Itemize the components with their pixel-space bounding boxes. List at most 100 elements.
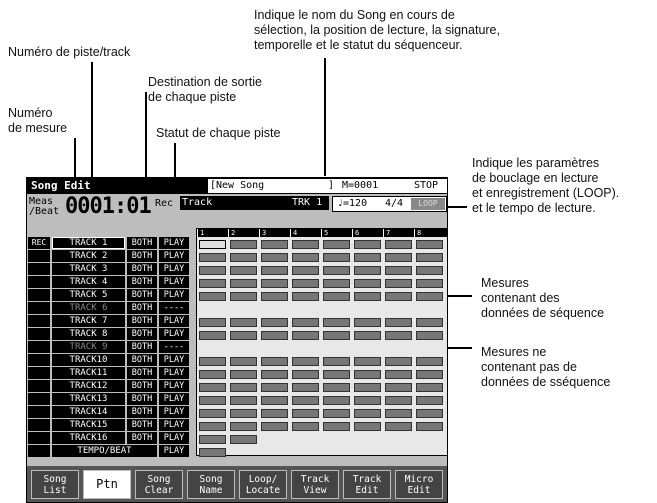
track-row[interactable]: TRACK 8 BOTH PLAY <box>28 328 190 340</box>
measure-cell[interactable] <box>385 253 412 262</box>
track-status[interactable]: PLAY <box>159 367 189 379</box>
measure-cell[interactable] <box>323 357 350 366</box>
track-status[interactable]: PLAY <box>159 263 189 275</box>
measure-cell[interactable] <box>323 370 350 379</box>
track-name[interactable]: TRACK15 <box>52 419 125 431</box>
track-name[interactable]: TRACK 6 <box>52 302 125 314</box>
measure-cell[interactable] <box>199 448 226 457</box>
rec-cell[interactable] <box>28 276 50 288</box>
measure-cell[interactable] <box>323 331 350 340</box>
measure-cell[interactable] <box>323 292 350 301</box>
measure-cell[interactable] <box>199 422 226 431</box>
track-output[interactable]: BOTH <box>127 393 157 405</box>
rec-cell[interactable] <box>28 393 50 405</box>
rec-cell[interactable] <box>28 263 50 275</box>
track-output[interactable]: BOTH <box>127 328 157 340</box>
measure-cell[interactable] <box>385 357 412 366</box>
track-status[interactable]: PLAY <box>159 328 189 340</box>
track-output[interactable]: BOTH <box>127 406 157 418</box>
measure-cell[interactable] <box>292 370 319 379</box>
measure-cell[interactable] <box>323 253 350 262</box>
measure-beat-value[interactable]: 0001:01 <box>65 194 152 219</box>
measure-cell[interactable] <box>292 292 319 301</box>
track-name[interactable]: TRACK 4 <box>52 276 125 288</box>
track-row[interactable]: TRACK 2 BOTH PLAY <box>28 250 190 262</box>
track-status[interactable]: PLAY <box>159 315 189 327</box>
track-row[interactable]: TRACK 6 BOTH ---- <box>28 302 190 314</box>
measure-cell[interactable] <box>385 331 412 340</box>
track-name[interactable]: TRACK14 <box>52 406 125 418</box>
measure-cell[interactable] <box>261 370 288 379</box>
rec-track-field[interactable]: Track TRK 1 <box>180 196 329 210</box>
track-row[interactable]: REC TRACK 1 BOTH PLAY <box>28 237 190 249</box>
track-output[interactable]: BOTH <box>127 250 157 262</box>
measure-cell[interactable] <box>261 409 288 418</box>
measure-cell[interactable] <box>230 409 257 418</box>
measure-cell[interactable] <box>261 331 288 340</box>
measure-cell[interactable] <box>292 318 319 327</box>
tempo-signature-box[interactable]: ♩=120 4/4 LOOP <box>332 196 447 212</box>
measure-cell[interactable] <box>323 422 350 431</box>
measure-cell[interactable] <box>354 292 381 301</box>
measure-cell[interactable] <box>261 383 288 392</box>
measure-cell[interactable] <box>230 396 257 405</box>
measure-cell[interactable] <box>230 292 257 301</box>
track-name[interactable]: TRACK16 <box>52 432 125 444</box>
measure-cell[interactable] <box>385 240 412 249</box>
measure-cell[interactable] <box>354 253 381 262</box>
track-status[interactable]: PLAY <box>159 250 189 262</box>
track-name[interactable]: TEMPO/BEAT <box>52 445 157 457</box>
measure-cell[interactable] <box>230 318 257 327</box>
measure-cell[interactable] <box>261 292 288 301</box>
track-output[interactable]: BOTH <box>127 263 157 275</box>
measure-cell[interactable] <box>354 357 381 366</box>
track-status[interactable]: ---- <box>159 302 189 314</box>
measure-cell[interactable] <box>292 240 319 249</box>
track-status[interactable]: PLAY <box>159 445 189 457</box>
measure-cell[interactable] <box>354 331 381 340</box>
measure-cell[interactable] <box>292 422 319 431</box>
track-output[interactable]: BOTH <box>127 419 157 431</box>
track-name[interactable]: TRACK 9 <box>52 341 125 353</box>
measure-cell[interactable] <box>199 435 226 444</box>
measure-cell[interactable] <box>292 331 319 340</box>
measure-cell[interactable] <box>323 383 350 392</box>
rec-cell[interactable] <box>28 432 50 444</box>
measure-cell[interactable] <box>292 396 319 405</box>
measure-cell[interactable] <box>261 266 288 275</box>
track-row[interactable]: TEMPO/BEAT PLAY <box>28 445 190 457</box>
measure-cell[interactable] <box>385 266 412 275</box>
rec-cell[interactable]: REC <box>28 237 50 249</box>
measure-cell[interactable] <box>261 318 288 327</box>
track-output[interactable]: BOTH <box>127 354 157 366</box>
measure-cell[interactable] <box>354 396 381 405</box>
measure-cell[interactable] <box>385 383 412 392</box>
track-row[interactable]: TRACK10 BOTH PLAY <box>28 354 190 366</box>
rec-cell[interactable] <box>28 315 50 327</box>
track-row[interactable]: TRACK12 BOTH PLAY <box>28 380 190 392</box>
track-name[interactable]: TRACK 1 <box>52 237 125 249</box>
rec-cell[interactable] <box>28 302 50 314</box>
softkey-button[interactable]: Ptn <box>83 470 131 499</box>
measure-cell[interactable] <box>199 266 226 275</box>
track-name[interactable]: TRACK13 <box>52 393 125 405</box>
measure-cell[interactable] <box>292 357 319 366</box>
measure-grid[interactable]: 12345678 <box>196 228 447 457</box>
measure-cell[interactable] <box>230 253 257 262</box>
track-name[interactable]: TRACK12 <box>52 380 125 392</box>
softkey-button[interactable]: Song List <box>31 470 79 499</box>
softkey-button[interactable]: Song Clear <box>135 470 183 499</box>
measure-cell[interactable] <box>199 318 226 327</box>
measure-cell[interactable] <box>416 370 443 379</box>
measure-cell[interactable] <box>261 422 288 431</box>
measure-cell[interactable] <box>416 240 443 249</box>
track-output[interactable]: BOTH <box>127 302 157 314</box>
rec-cell[interactable] <box>28 419 50 431</box>
measure-cell[interactable] <box>354 279 381 288</box>
track-row[interactable]: TRACK 5 BOTH PLAY <box>28 289 190 301</box>
measure-cell[interactable] <box>385 396 412 405</box>
softkey-button[interactable]: Track View <box>291 470 339 499</box>
measure-cell[interactable] <box>230 435 257 444</box>
track-output[interactable]: BOTH <box>127 367 157 379</box>
measure-cell[interactable] <box>261 396 288 405</box>
